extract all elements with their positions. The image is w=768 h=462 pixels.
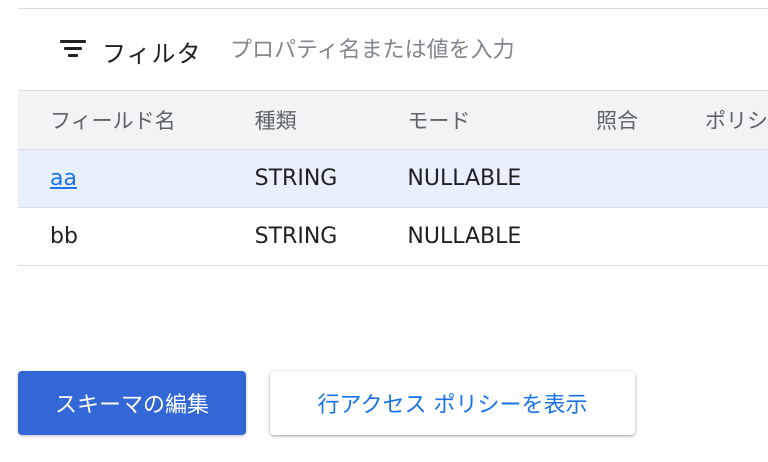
view-row-access-policies-button[interactable]: 行アクセス ポリシーを表示 bbox=[270, 371, 635, 435]
table-header-row: フィールド名 種類 モード 照合 ポリシ bbox=[18, 90, 768, 150]
edit-schema-button[interactable]: スキーマの編集 bbox=[18, 371, 246, 435]
filter-bar: フィルタ bbox=[18, 12, 768, 90]
column-header-policy[interactable]: ポリシ bbox=[705, 91, 768, 150]
filter-input[interactable] bbox=[230, 32, 750, 68]
column-header-field-name[interactable]: フィールド名 bbox=[18, 91, 255, 150]
filter-label[interactable]: フィルタ bbox=[102, 34, 202, 69]
field-name-link[interactable]: aa bbox=[50, 166, 77, 191]
field-collation-cell bbox=[596, 150, 705, 208]
field-name-cell: bb bbox=[50, 224, 78, 249]
field-mode-cell: NULLABLE bbox=[407, 224, 522, 249]
field-collation-cell bbox=[596, 208, 705, 266]
column-header-type[interactable]: 種類 bbox=[255, 91, 408, 150]
divider bbox=[18, 8, 768, 9]
column-header-collation[interactable]: 照合 bbox=[596, 91, 705, 150]
column-header-mode[interactable]: モード bbox=[407, 91, 596, 150]
field-name-cell: aa bbox=[18, 150, 255, 208]
field-type-cell: STRING bbox=[254, 166, 338, 191]
filter-list-icon[interactable] bbox=[60, 40, 86, 58]
field-type-cell: STRING bbox=[254, 224, 338, 249]
field-policy-cell bbox=[705, 150, 768, 208]
schema-table: フィールド名 種類 モード 照合 ポリシ aa STRING NULLABLE … bbox=[18, 90, 768, 266]
field-policy-cell bbox=[705, 208, 768, 266]
table-row[interactable]: aa STRING NULLABLE bbox=[18, 149, 768, 208]
field-mode-cell: NULLABLE bbox=[407, 166, 522, 191]
schema-panel: フィルタ フィールド名 種類 モード 照合 ポリシ aa STRING NULL… bbox=[18, 0, 768, 462]
table-row[interactable]: bb STRING NULLABLE bbox=[18, 208, 768, 266]
